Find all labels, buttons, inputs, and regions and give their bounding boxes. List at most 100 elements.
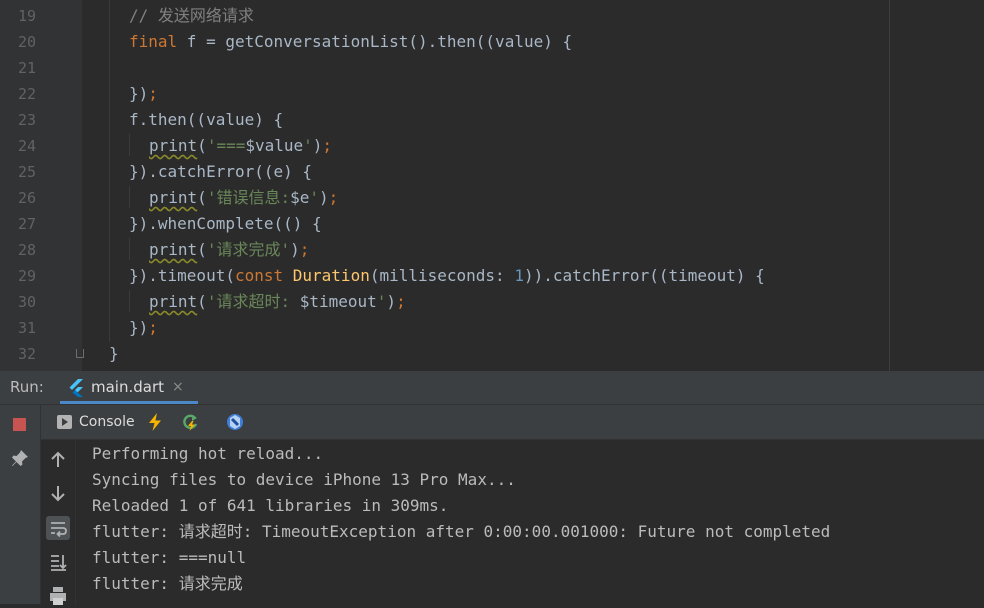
code-line: }); xyxy=(129,81,158,107)
code-token: ( xyxy=(197,188,207,207)
code-line: }); xyxy=(129,315,158,341)
line-number: 29 xyxy=(17,267,36,285)
code-token: $e xyxy=(290,188,310,207)
code-line: print('请求完成'); xyxy=(149,237,309,263)
code-token: print xyxy=(149,136,198,155)
code-token: ) xyxy=(319,188,329,207)
indent-guide xyxy=(129,186,130,208)
print-icon[interactable] xyxy=(46,584,70,608)
code-token: ; xyxy=(322,136,333,155)
console-toolbar: Console xyxy=(41,405,984,440)
code-token: }).catchError((e) { xyxy=(129,162,313,181)
arrow-up-icon[interactable] xyxy=(46,448,70,472)
console-tab-label: Console xyxy=(79,414,135,430)
code-token: ; xyxy=(328,188,339,207)
code-token: final xyxy=(129,32,178,51)
code-token: ; xyxy=(148,318,158,337)
run-tool-window-header: Run: main.dart × xyxy=(0,371,984,405)
flutter-icon xyxy=(69,379,83,397)
code-token: ' xyxy=(309,188,319,207)
line-number: 21 xyxy=(17,59,36,77)
line-number: 22 xyxy=(17,85,36,103)
console-line: flutter: 请求超时: TimeoutException after 0:… xyxy=(92,522,831,541)
code-token: ( xyxy=(197,240,207,259)
soft-wrap-icon[interactable] xyxy=(46,516,70,540)
code-token: }).whenComplete(() { xyxy=(129,214,322,233)
code-line: print('===$value'); xyxy=(149,133,332,159)
active-tab-indicator xyxy=(60,401,198,404)
code-token: const xyxy=(234,266,293,285)
console-line: Reloaded 1 of 641 libraries in 309ms. xyxy=(92,496,449,515)
code-token: )).catchError((timeout) { xyxy=(523,266,765,285)
code-token: '=== xyxy=(206,136,246,155)
line-number: 23 xyxy=(17,111,36,129)
code-token: // 发送网络请求 xyxy=(129,6,254,25)
code-token: f = getConversationList().then((value) { xyxy=(177,32,573,51)
console-icon xyxy=(57,415,72,429)
code-token: }).timeout( xyxy=(129,266,235,285)
code-token: ) xyxy=(290,240,300,259)
line-number: 20 xyxy=(17,33,36,51)
line-number: 19 xyxy=(17,7,36,25)
code-line: f.then((value) { xyxy=(129,107,283,133)
code-token: ( xyxy=(197,136,207,155)
run-label: Run: xyxy=(10,378,44,396)
code-token: ; xyxy=(148,84,158,103)
code-token: ) xyxy=(386,292,397,311)
code-token: (milliseconds: xyxy=(369,266,515,285)
code-token: $value xyxy=(245,136,304,155)
code-line: }).catchError((e) { xyxy=(129,159,312,185)
code-token: $timeout xyxy=(299,292,377,311)
code-line: }).timeout(const Duration(milliseconds: … xyxy=(129,263,765,289)
indent-guide xyxy=(109,0,110,342)
stop-icon[interactable] xyxy=(13,418,26,431)
indent-guide xyxy=(129,134,130,156)
code-token: f.then((value) { xyxy=(129,110,284,129)
code-token: ) xyxy=(312,136,323,155)
console-output[interactable]: Performing hot reload... Syncing files to… xyxy=(76,440,984,604)
pin-icon[interactable] xyxy=(10,448,30,468)
code-token: ( xyxy=(197,292,207,311)
code-line: print('请求超时: $timeout'); xyxy=(149,289,406,315)
line-number: 31 xyxy=(17,319,36,337)
console-line: Syncing files to device iPhone 13 Pro Ma… xyxy=(92,470,516,489)
hot-restart-icon[interactable] xyxy=(180,412,200,432)
code-token: '请求完成' xyxy=(206,240,291,259)
run-tab-main-dart[interactable]: main.dart × xyxy=(60,371,198,404)
code-token: print xyxy=(149,188,198,207)
code-token: }) xyxy=(129,318,149,337)
console-side-toolbar xyxy=(41,440,76,605)
line-number: 26 xyxy=(17,189,36,207)
arrow-down-icon[interactable] xyxy=(46,481,70,505)
code-line: }).whenComplete(() { xyxy=(129,211,322,237)
close-icon[interactable]: × xyxy=(172,371,184,404)
code-token: ' xyxy=(376,292,387,311)
dart-devtools-icon[interactable] xyxy=(225,412,245,432)
line-number: 24 xyxy=(17,137,36,155)
line-number: 32 xyxy=(17,345,36,363)
code-line: final f = getConversationList().then((va… xyxy=(129,29,572,55)
code-token: } xyxy=(109,344,119,363)
code-editor[interactable]: 19 20 21 22 23 24 25 26 27 28 29 30 31 32 // 发送网络请求 fi… xyxy=(0,0,984,371)
line-number: 25 xyxy=(17,163,36,181)
code-token: '错误信息: xyxy=(206,188,291,207)
code-token: print xyxy=(149,292,198,311)
console-line: Performing hot reload... xyxy=(92,444,324,463)
scroll-to-end-icon[interactable] xyxy=(46,550,70,574)
code-line: print('错误信息:$e'); xyxy=(149,185,338,211)
line-number: 28 xyxy=(17,241,36,259)
code-token: print xyxy=(149,240,198,259)
run-left-toolbar xyxy=(0,405,41,604)
line-number: 27 xyxy=(17,215,36,233)
code-token: ' xyxy=(303,136,313,155)
code-token: 1 xyxy=(514,266,524,285)
code-line: } xyxy=(109,341,119,367)
right-margin-guide xyxy=(889,0,890,371)
hot-reload-lightning-icon[interactable] xyxy=(145,412,165,432)
code-token: ; xyxy=(396,292,406,311)
indent-guide xyxy=(129,238,130,260)
code-token: '请求超时: xyxy=(206,292,300,311)
indent-guide xyxy=(129,290,130,312)
console-line: flutter: 请求完成 xyxy=(92,574,243,593)
fold-marker-icon[interactable] xyxy=(76,349,84,358)
